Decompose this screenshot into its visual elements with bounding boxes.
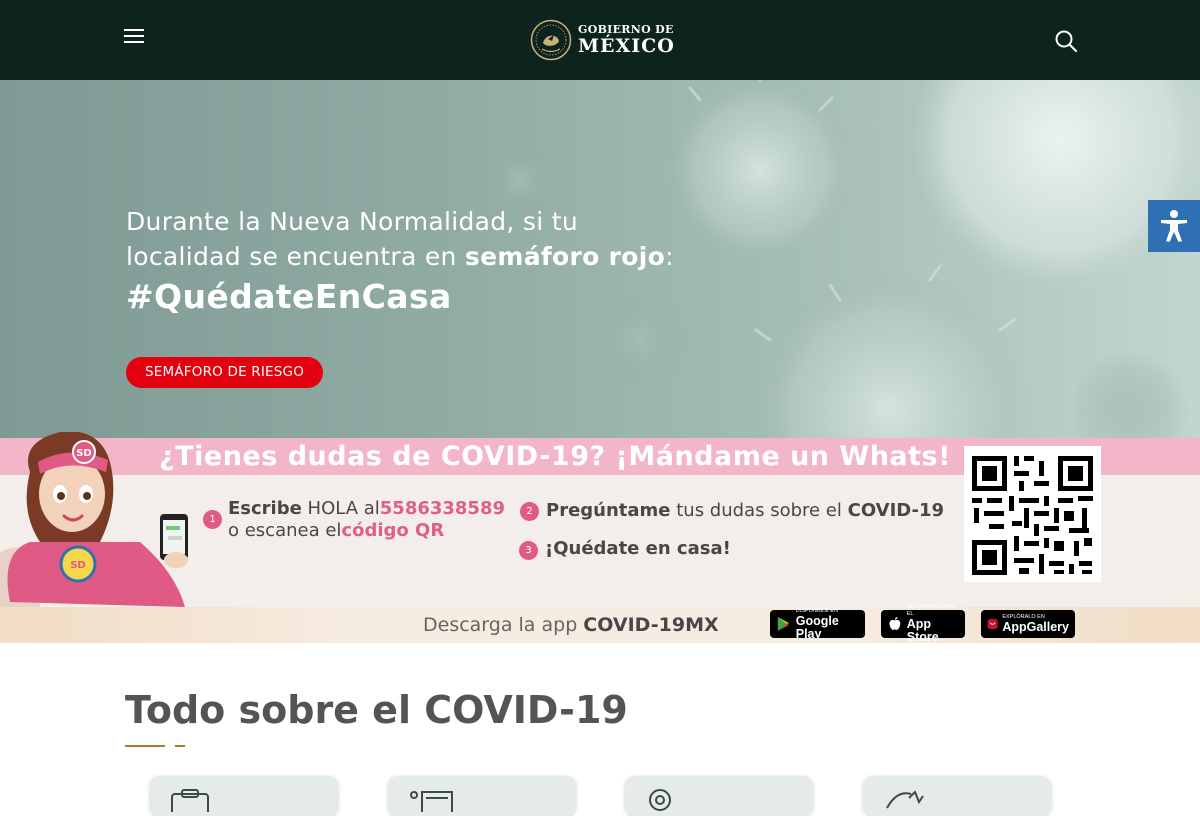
app-download-strip: Descarga la app COVID-19MX DISPONIBLE EN… (0, 604, 1200, 644)
app-store-big: App Store (906, 617, 939, 644)
google-play-icon (777, 617, 790, 631)
app-gallery-badge[interactable]: EXPLÓRALO EN AppGallery (981, 610, 1075, 638)
step-1: Escribe HOLA al5586338589 o escanea elcó… (228, 498, 518, 542)
app-name: COVID-19MX (583, 614, 719, 636)
topic-card-3[interactable] (625, 776, 813, 816)
title-underline (125, 745, 165, 747)
google-play-big: Google Play (795, 613, 839, 641)
gobierno-de-mexico-logo[interactable]: GOBIERNO DE MÉXICO (530, 18, 680, 62)
apple-icon (889, 617, 901, 630)
top-navbar: GOBIERNO DE MÉXICO (0, 0, 1200, 80)
step-2: Pregúntame tus dudas sobre el COVID-19 (546, 500, 956, 522)
topic-card-4[interactable] (863, 776, 1051, 816)
hero-banner: Durante la Nueva Normalidad, si tu local… (0, 80, 1200, 438)
app-gallery-big: AppGallery (1002, 620, 1069, 634)
huawei-icon (987, 618, 998, 630)
step-2-text: tus dudas sobre el (670, 500, 848, 521)
hero-message: Durante la Nueva Normalidad, si tu local… (126, 204, 686, 274)
hero-message-bold: semáforo rojo (464, 242, 666, 271)
location-icon (649, 789, 671, 811)
topic-card-2[interactable] (388, 776, 576, 816)
search-icon[interactable] (1054, 29, 1078, 53)
whatsapp-phone-link[interactable]: 5586338589 (380, 498, 505, 519)
step-1-bold: Escribe (228, 498, 302, 519)
hero-hashtag: #QuédateEnCasa (126, 277, 452, 316)
susana-distancia-mascot-image: SD SD (0, 432, 188, 607)
mexico-seal-icon (530, 19, 572, 61)
step-3: ¡Quédate en casa! (545, 538, 845, 560)
step-2-bold2: COVID-19 (847, 500, 945, 521)
app-download-label: Descarga la app (423, 614, 584, 636)
section-title: Todo sobre el COVID-19 (125, 688, 628, 732)
brand-line-2: MÉXICO (578, 35, 675, 57)
step-3-number: 3 (519, 541, 538, 560)
hamburger-menu-icon[interactable] (124, 29, 146, 45)
svg-text:SD: SD (70, 560, 86, 571)
heartbeat-icon (886, 790, 924, 809)
app-store-badge[interactable]: Descárgalo en el App Store (881, 604, 965, 644)
app-download-text: Descarga la app COVID-19MX (423, 607, 719, 643)
step-1-line2: o escanea el (228, 520, 342, 541)
svg-text:SD: SD (76, 448, 92, 459)
qr-code-link[interactable]: código QR (341, 520, 444, 541)
brand-line-1: GOBIERNO DE (578, 23, 674, 36)
step-1-text: HOLA al (301, 498, 380, 519)
clipboard-icon (171, 789, 209, 812)
google-play-badge[interactable]: DISPONIBLE EN Google Play (770, 608, 865, 641)
whatsapp-banner: ¿Tienes dudas de COVID-19? ¡Mándame un W… (0, 432, 1200, 607)
hero-message-part2: : (665, 242, 674, 271)
title-underline-short (175, 745, 185, 747)
step-2-bold: Pregúntame (546, 500, 671, 521)
accessibility-icon (1161, 210, 1187, 242)
document-icon (410, 791, 453, 812)
semaforo-de-riesgo-button[interactable]: SEMÁFORO DE RIESGO (126, 357, 324, 388)
step-3-bold: ¡Quédate en casa! (545, 538, 731, 559)
topic-card-1[interactable] (150, 776, 338, 816)
whatsapp-qr-code[interactable] (964, 446, 1101, 582)
step-1-number: 1 (203, 510, 222, 529)
step-2-number: 2 (520, 502, 539, 521)
accessibility-button[interactable] (1148, 200, 1200, 252)
app-store-small: Descárgalo en el (906, 604, 955, 617)
